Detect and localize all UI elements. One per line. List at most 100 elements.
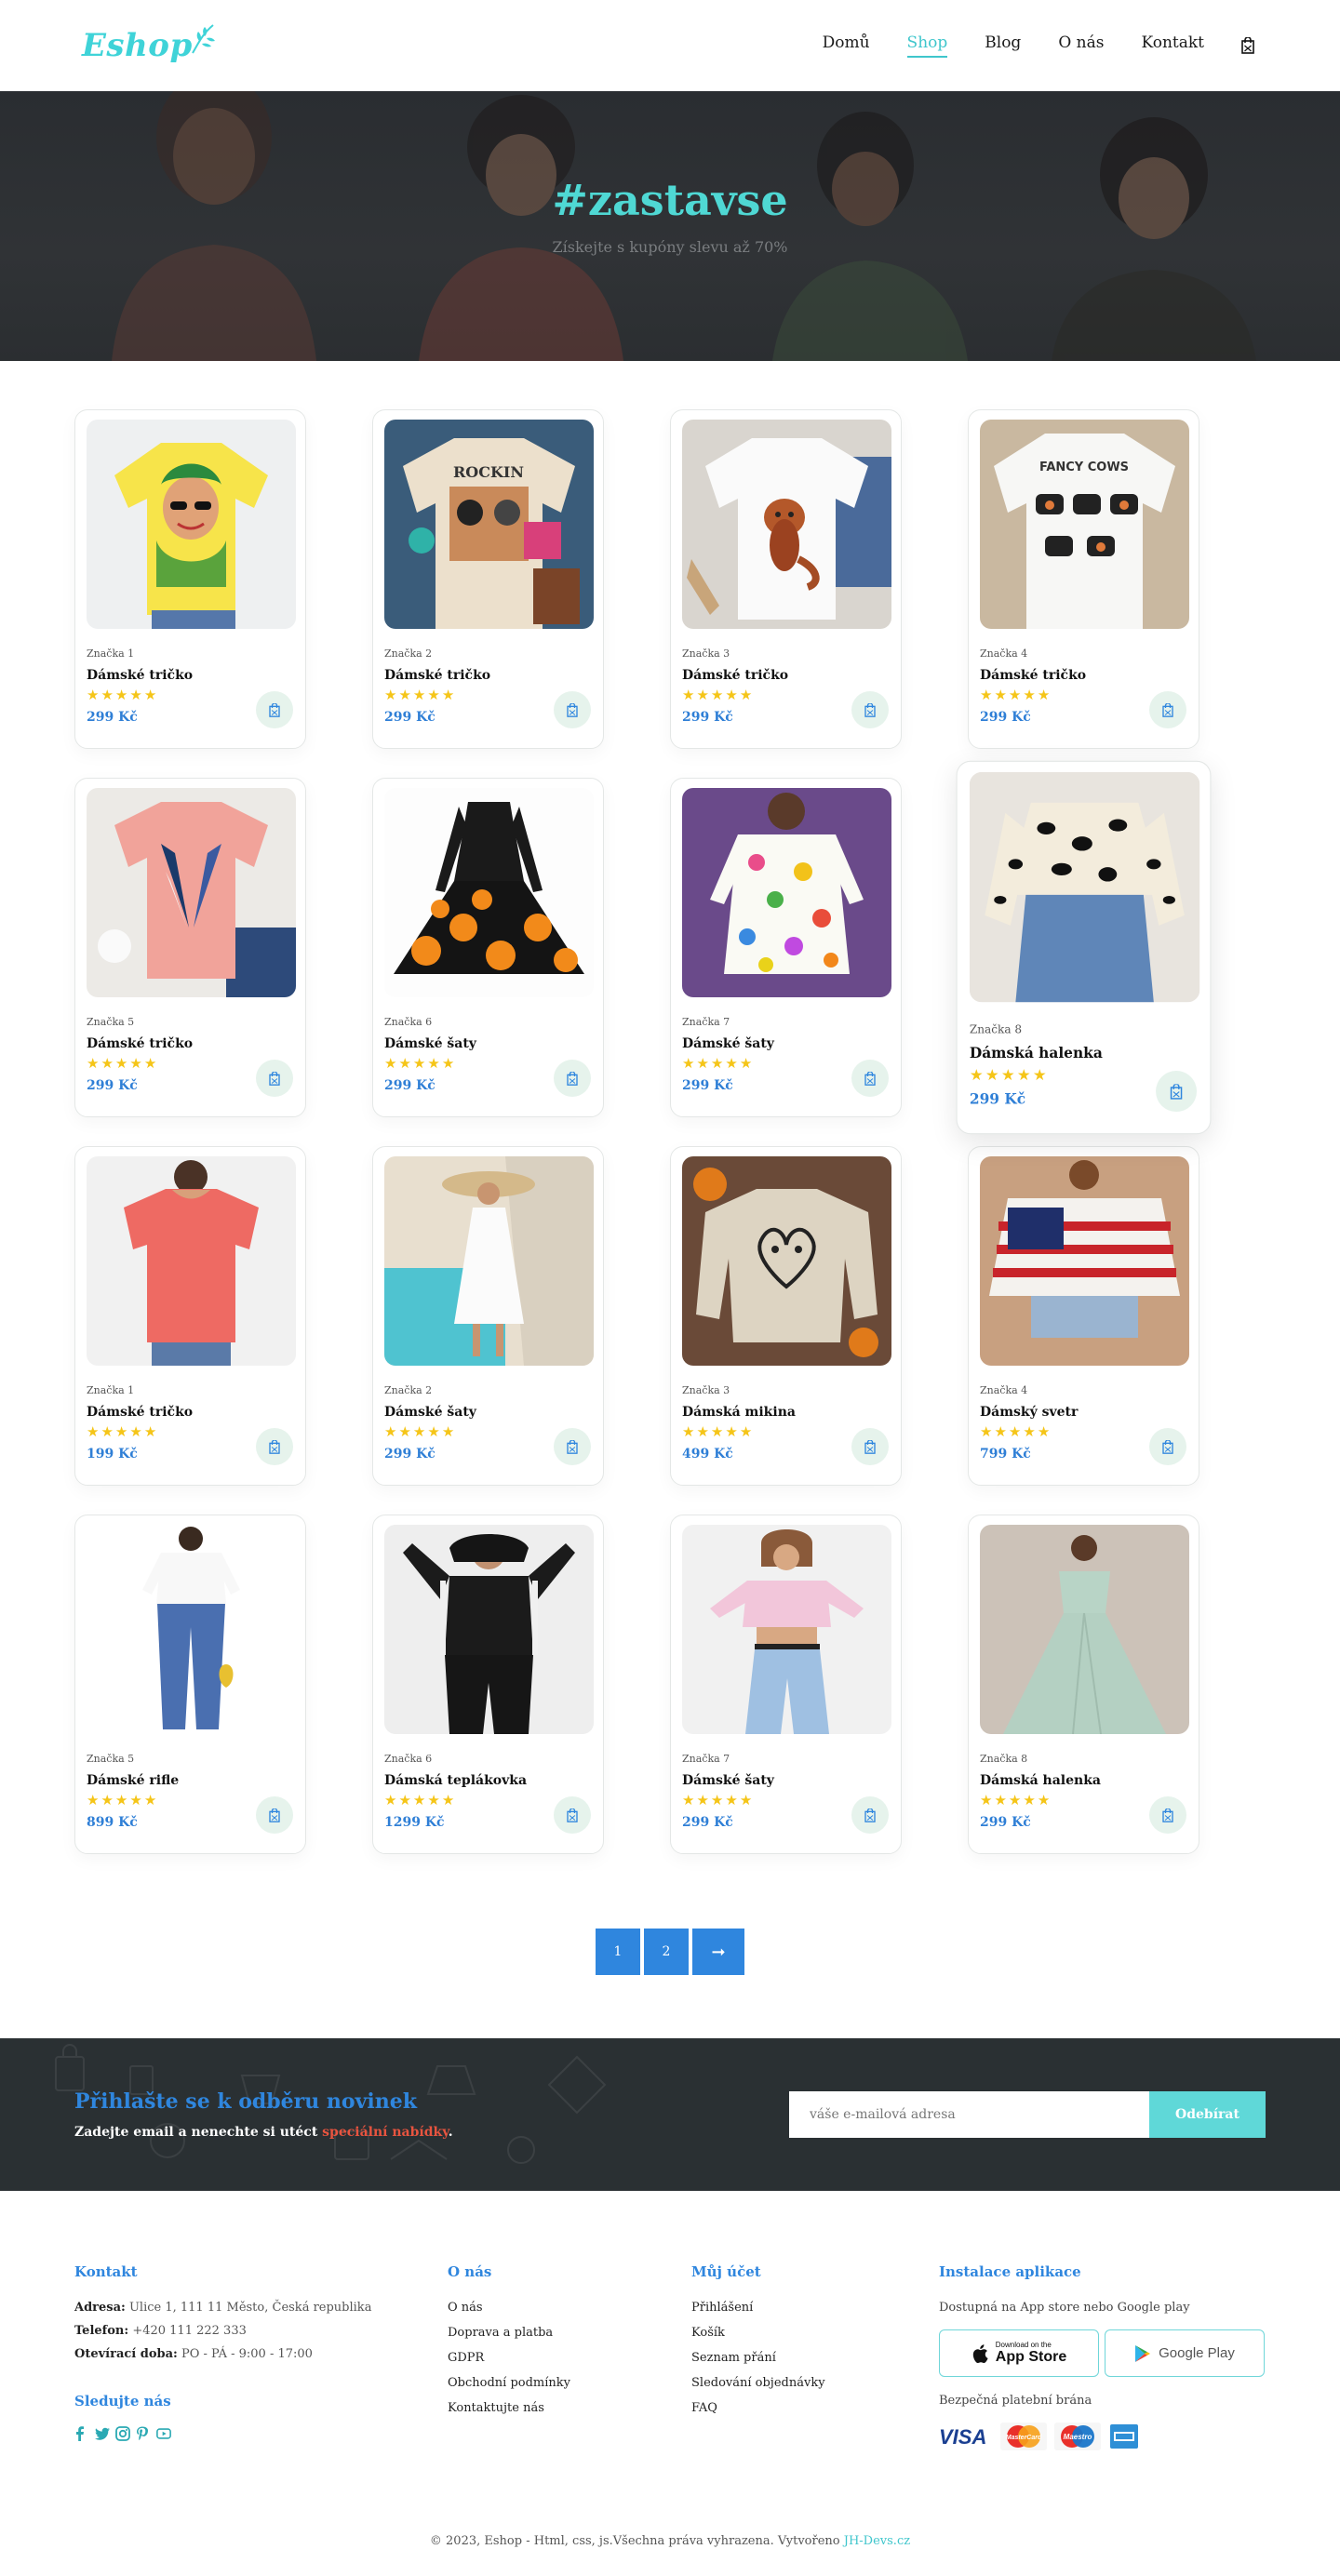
email-field[interactable] xyxy=(789,2091,1149,2138)
page-button-1[interactable]: 1 xyxy=(596,1929,640,1975)
product-image-leopard-blouse[interactable] xyxy=(969,771,1200,1003)
product-card[interactable]: Značka 8 Dámská halenka ★★★★★ 299 Kč xyxy=(968,1515,1199,1854)
product-card[interactable]: Značka 5 Dámské tričko ★★★★★ 299 Kč xyxy=(74,778,306,1117)
add-to-cart-button[interactable] xyxy=(851,1060,889,1097)
app-store-button[interactable]: Download on the App Store xyxy=(939,2329,1099,2377)
product-card[interactable]: Značka 5 Dámské rifle ★★★★★ 899 Kč xyxy=(74,1515,306,1854)
page-button-2[interactable]: 2 xyxy=(644,1929,689,1975)
nav-item-shop[interactable]: Shop xyxy=(906,33,948,58)
product-name[interactable]: Dámské šaty xyxy=(682,1773,890,1788)
product-card[interactable]: FANCY COWS Značka 4 Dámské tričko ★★★★★ … xyxy=(968,409,1199,749)
product-name[interactable]: Dámské tričko xyxy=(980,668,1187,683)
product-card[interactable]: Značka 7 Dámské šaty ★★★★★ 299 Kč xyxy=(670,778,902,1117)
add-to-cart-button[interactable] xyxy=(256,1796,293,1834)
product-name[interactable]: Dámské tričko xyxy=(87,1405,294,1420)
product-card[interactable]: Značka 3 Dámská mikina ★★★★★ 499 Kč xyxy=(670,1146,902,1486)
product-card[interactable]: Značka 8 Dámská halenka ★★★★★ 299 Kč xyxy=(956,760,1212,1135)
product-card[interactable]: Značka 4 Dámský svetr ★★★★★ 799 Kč xyxy=(968,1146,1199,1486)
product-image-pink-tshirt-wings[interactable] xyxy=(87,788,296,997)
add-to-cart-button[interactable] xyxy=(851,691,889,728)
author-link[interactable]: JH-Devs.cz xyxy=(844,2534,910,2548)
product-name[interactable]: Dámská halenka xyxy=(970,1046,1198,1062)
cart-icon[interactable] xyxy=(1241,37,1254,54)
product-image-pumpkin-dress[interactable] xyxy=(384,788,594,997)
nav-item-about[interactable]: O nás xyxy=(1058,33,1104,58)
nav-item-blog[interactable]: Blog xyxy=(985,33,1021,58)
twitter-icon[interactable] xyxy=(95,2426,110,2441)
star-icon: ★ xyxy=(725,687,740,703)
google-play-button[interactable]: Google Play xyxy=(1105,2329,1265,2377)
pinterest-icon[interactable] xyxy=(136,2426,151,2441)
product-name[interactable]: Dámská halenka xyxy=(980,1773,1187,1788)
next-page-arrow-icon[interactable]: ➞ xyxy=(692,1929,744,1975)
footer-link-faq[interactable]: FAQ xyxy=(691,2401,939,2415)
facebook-icon[interactable] xyxy=(74,2426,89,2441)
product-name[interactable]: Dámské šaty xyxy=(682,1036,890,1051)
footer-link-login[interactable]: Přihlášení xyxy=(691,2301,939,2315)
product-image-beige-band-tshirt[interactable]: ROCKIN xyxy=(384,420,594,629)
product-card[interactable]: Značka 6 Dámské šaty ★★★★★ 299 Kč xyxy=(372,778,604,1117)
footer-link-wishlist[interactable]: Seznam přání xyxy=(691,2351,939,2365)
add-to-cart-button[interactable] xyxy=(554,1060,591,1097)
add-to-cart-button[interactable] xyxy=(1149,1428,1186,1465)
add-to-cart-button[interactable] xyxy=(554,1428,591,1465)
product-name[interactable]: Dámská teplákovka xyxy=(384,1773,592,1788)
product-image-blue-jeans[interactable] xyxy=(87,1525,296,1734)
add-to-cart-button[interactable] xyxy=(256,1060,293,1097)
add-to-cart-button[interactable] xyxy=(1149,691,1186,728)
product-image-floral-dress[interactable] xyxy=(682,788,891,997)
footer-link-contact[interactable]: Kontaktujte nás xyxy=(448,2401,691,2415)
product-image-pink-top-jeans[interactable] xyxy=(682,1525,891,1734)
hero-subtitle: Získejte s kupóny slevu až 70% xyxy=(552,238,788,256)
add-to-cart-button[interactable] xyxy=(1149,1796,1186,1834)
product-card[interactable]: Značka 2 Dámské šaty ★★★★★ 299 Kč xyxy=(372,1146,604,1486)
product-name[interactable]: Dámské tričko xyxy=(682,668,890,683)
product-name[interactable]: Dámské tričko xyxy=(384,668,592,683)
star-icon: ★ xyxy=(1023,1423,1038,1440)
add-to-cart-button[interactable] xyxy=(554,691,591,728)
add-to-cart-button[interactable] xyxy=(554,1796,591,1834)
instagram-icon[interactable] xyxy=(115,2426,130,2441)
footer-link-order-tracking[interactable]: Sledování objednávky xyxy=(691,2376,939,2390)
product-image-white-tshirt-red-panda[interactable] xyxy=(682,420,891,629)
add-to-cart-button[interactable] xyxy=(1156,1071,1198,1113)
product-image-black-tracksuit[interactable] xyxy=(384,1525,594,1734)
product-name[interactable]: Dámské šaty xyxy=(384,1036,592,1051)
footer-link-shipping[interactable]: Doprava a platba xyxy=(448,2326,691,2340)
footer-hours: Otevírací doba: PO - PÁ - 9:00 - 17:00 xyxy=(74,2347,313,2361)
product-card[interactable]: Značka 6 Dámská teplákovka ★★★★★ 1299 Kč xyxy=(372,1515,604,1854)
nav-item-home[interactable]: Domů xyxy=(823,33,870,58)
footer-link-about[interactable]: O nás xyxy=(448,2301,691,2315)
add-to-cart-button[interactable] xyxy=(256,1428,293,1465)
product-image-coral-tshirt[interactable] xyxy=(87,1156,296,1366)
product-image-beige-sweatshirt[interactable] xyxy=(682,1156,891,1366)
nav-item-contact[interactable]: Kontakt xyxy=(1141,33,1204,58)
add-to-cart-button[interactable] xyxy=(851,1428,889,1465)
product-image-white-tshirt-cows[interactable]: FANCY COWS xyxy=(980,420,1189,629)
product-name[interactable]: Dámský svetr xyxy=(980,1405,1187,1420)
product-name[interactable]: Dámské tričko xyxy=(87,668,294,683)
youtube-icon[interactable] xyxy=(156,2426,171,2441)
product-name[interactable]: Dámská mikina xyxy=(682,1405,890,1420)
footer-link-terms[interactable]: Obchodní podmínky xyxy=(448,2376,691,2390)
star-icon: ★ xyxy=(87,1055,101,1072)
product-image-white-beach-dress[interactable] xyxy=(384,1156,594,1366)
product-card[interactable]: Značka 7 Dámské šaty ★★★★★ 299 Kč xyxy=(670,1515,902,1854)
product-image-mint-gown[interactable] xyxy=(980,1525,1189,1734)
star-icon: ★ xyxy=(441,1792,457,1809)
product-card[interactable]: Značka 1 Dámské tričko ★★★★★ 299 Kč xyxy=(74,409,306,749)
logo[interactable]: Eshop xyxy=(82,24,217,64)
product-card[interactable]: Značka 1 Dámské tričko ★★★★★ 199 Kč xyxy=(74,1146,306,1486)
subscribe-button[interactable]: Odebírat xyxy=(1149,2091,1266,2138)
product-name[interactable]: Dámské šaty xyxy=(384,1405,592,1420)
product-card[interactable]: ROCKIN Značka 2 Dámské tričko ★★★★★ 299 … xyxy=(372,409,604,749)
product-name[interactable]: Dámské rifle xyxy=(87,1773,294,1788)
add-to-cart-button[interactable] xyxy=(256,691,293,728)
product-name[interactable]: Dámské tričko xyxy=(87,1036,294,1051)
footer-link-cart[interactable]: Košík xyxy=(691,2326,939,2340)
product-card[interactable]: Značka 3 Dámské tričko ★★★★★ 299 Kč xyxy=(670,409,902,749)
footer-link-gdpr[interactable]: GDPR xyxy=(448,2351,691,2365)
add-to-cart-button[interactable] xyxy=(851,1796,889,1834)
product-image-flag-sweater[interactable] xyxy=(980,1156,1189,1366)
product-image-yellow-tshirt-woman-print[interactable] xyxy=(87,420,296,629)
